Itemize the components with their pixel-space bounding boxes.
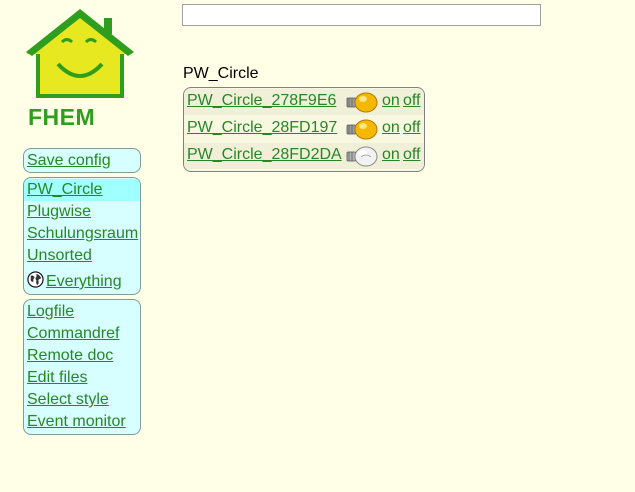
globe-icon — [27, 271, 44, 288]
device-off-link[interactable]: off — [403, 92, 421, 110]
device-row: PW_Circle_28FD2DA on off — [184, 143, 424, 169]
room-schulungsraum-link[interactable]: Schulungsraum — [24, 223, 140, 245]
bulb-on-icon[interactable] — [345, 117, 379, 141]
remote-doc-link[interactable]: Remote doc — [24, 345, 140, 367]
select-style-link[interactable]: Select style — [24, 389, 140, 411]
device-on-link[interactable]: on — [382, 146, 400, 164]
room-everything-label: Everything — [46, 273, 122, 290]
commandref-link[interactable]: Commandref — [24, 323, 140, 345]
device-on-link[interactable]: on — [382, 119, 400, 137]
device-table: PW_Circle_278F9E6 on off PW_Circle_28FD1… — [183, 87, 425, 172]
fhem-logo[interactable]: FHEM — [24, 6, 136, 132]
event-monitor-link[interactable]: Event monitor — [24, 411, 140, 433]
device-name-link[interactable]: PW_Circle_278F9E6 — [187, 92, 336, 110]
menu-save-block: Save config — [23, 148, 141, 173]
device-name-link[interactable]: PW_Circle_28FD2DA — [187, 146, 342, 164]
room-pw-circle-link[interactable]: PW_Circle — [24, 179, 140, 201]
menu-rooms-block: PW_Circle Plugwise Schulungsraum Unsorte… — [23, 177, 141, 295]
logo-text: FHEM — [28, 104, 96, 130]
edit-files-link[interactable]: Edit files — [24, 367, 140, 389]
menu-tools-block: Logfile Commandref Remote doc Edit files… — [23, 299, 141, 435]
device-off-link[interactable]: off — [403, 146, 421, 164]
command-input[interactable] — [182, 4, 541, 26]
house-icon — [26, 9, 134, 98]
room-unsorted-link[interactable]: Unsorted — [24, 245, 140, 267]
logfile-link[interactable]: Logfile — [24, 301, 140, 323]
device-name-link[interactable]: PW_Circle_28FD197 — [187, 119, 337, 137]
room-plugwise-link[interactable]: Plugwise — [24, 201, 140, 223]
room-everything-link[interactable]: Everything — [24, 271, 140, 293]
device-row: PW_Circle_28FD197 on off — [184, 116, 424, 142]
bulb-off-icon[interactable] — [345, 144, 379, 168]
device-row: PW_Circle_278F9E6 on off — [184, 89, 424, 115]
device-off-link[interactable]: off — [403, 119, 421, 137]
save-config-link[interactable]: Save config — [24, 149, 140, 172]
room-title: PW_Circle — [183, 65, 259, 82]
bulb-on-icon[interactable] — [345, 90, 379, 114]
device-on-link[interactable]: on — [382, 92, 400, 110]
